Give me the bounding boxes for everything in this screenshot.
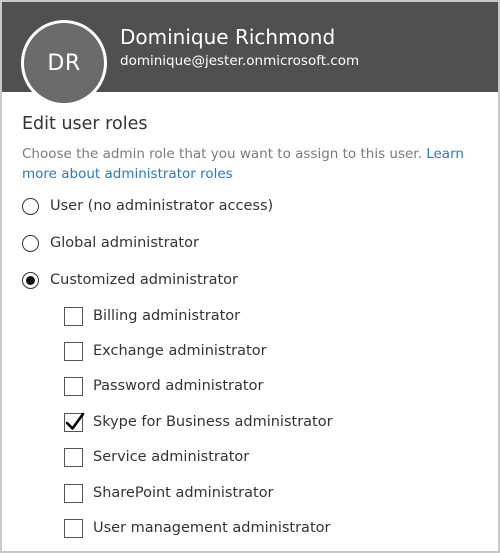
- checkbox-skype-admin[interactable]: Skype for Business administrator: [64, 410, 333, 434]
- checkbox-label: Skype for Business administrator: [93, 414, 333, 430]
- avatar-initials: DR: [47, 50, 81, 76]
- radio-option-global-admin[interactable]: Global administrator: [22, 231, 199, 255]
- checkbox-checked[interactable]: [64, 412, 85, 432]
- user-email: dominique@jester.onmicrosoft.com: [120, 53, 360, 69]
- checkbox-label: SharePoint administrator: [93, 485, 274, 501]
- checkbox[interactable]: [64, 447, 83, 467]
- radio-button[interactable]: [22, 197, 39, 215]
- radio-option-customized-admin[interactable]: Customized administrator: [22, 268, 238, 292]
- checkmark-icon: [65, 412, 85, 430]
- avatar: DR: [21, 20, 107, 106]
- checkbox[interactable]: [64, 341, 83, 361]
- checkbox-service-admin[interactable]: Service administrator: [64, 445, 249, 469]
- checkbox-label: User management administrator: [93, 520, 331, 536]
- checkbox-exchange-admin[interactable]: Exchange administrator: [64, 339, 267, 363]
- radio-button[interactable]: [22, 234, 39, 252]
- checkbox-label: Billing administrator: [93, 308, 241, 324]
- checkbox-user-management-admin[interactable]: User management administrator: [64, 516, 330, 540]
- checkbox[interactable]: [64, 306, 83, 326]
- checkbox-label: Service administrator: [93, 449, 250, 465]
- checkbox-sharepoint-admin[interactable]: SharePoint administrator: [64, 481, 274, 505]
- radio-button-selected[interactable]: [22, 271, 39, 289]
- checkbox-label: Exchange administrator: [93, 343, 267, 359]
- checkbox[interactable]: [64, 483, 83, 503]
- checkbox-password-admin[interactable]: Password administrator: [64, 374, 263, 398]
- description-text: Choose the admin role that you want to a…: [22, 146, 427, 162]
- checkbox-label: Password administrator: [93, 378, 264, 394]
- radio-label: User (no administrator access): [50, 198, 274, 214]
- radio-label: Customized administrator: [50, 272, 238, 288]
- radio-option-user[interactable]: User (no administrator access): [22, 194, 273, 218]
- radio-label: Global administrator: [50, 235, 199, 251]
- checkbox-billing-admin[interactable]: Billing administrator: [64, 304, 240, 328]
- checkbox[interactable]: [64, 518, 83, 538]
- section-description: Choose the admin role that you want to a…: [22, 144, 492, 184]
- checkbox[interactable]: [64, 376, 83, 396]
- edit-user-roles-panel: Dominique Richmond dominique@jester.onmi…: [0, 0, 500, 553]
- radio-selected-dot: [26, 275, 35, 285]
- user-name: Dominique Richmond: [120, 25, 336, 49]
- section-title: Edit user roles: [22, 114, 148, 134]
